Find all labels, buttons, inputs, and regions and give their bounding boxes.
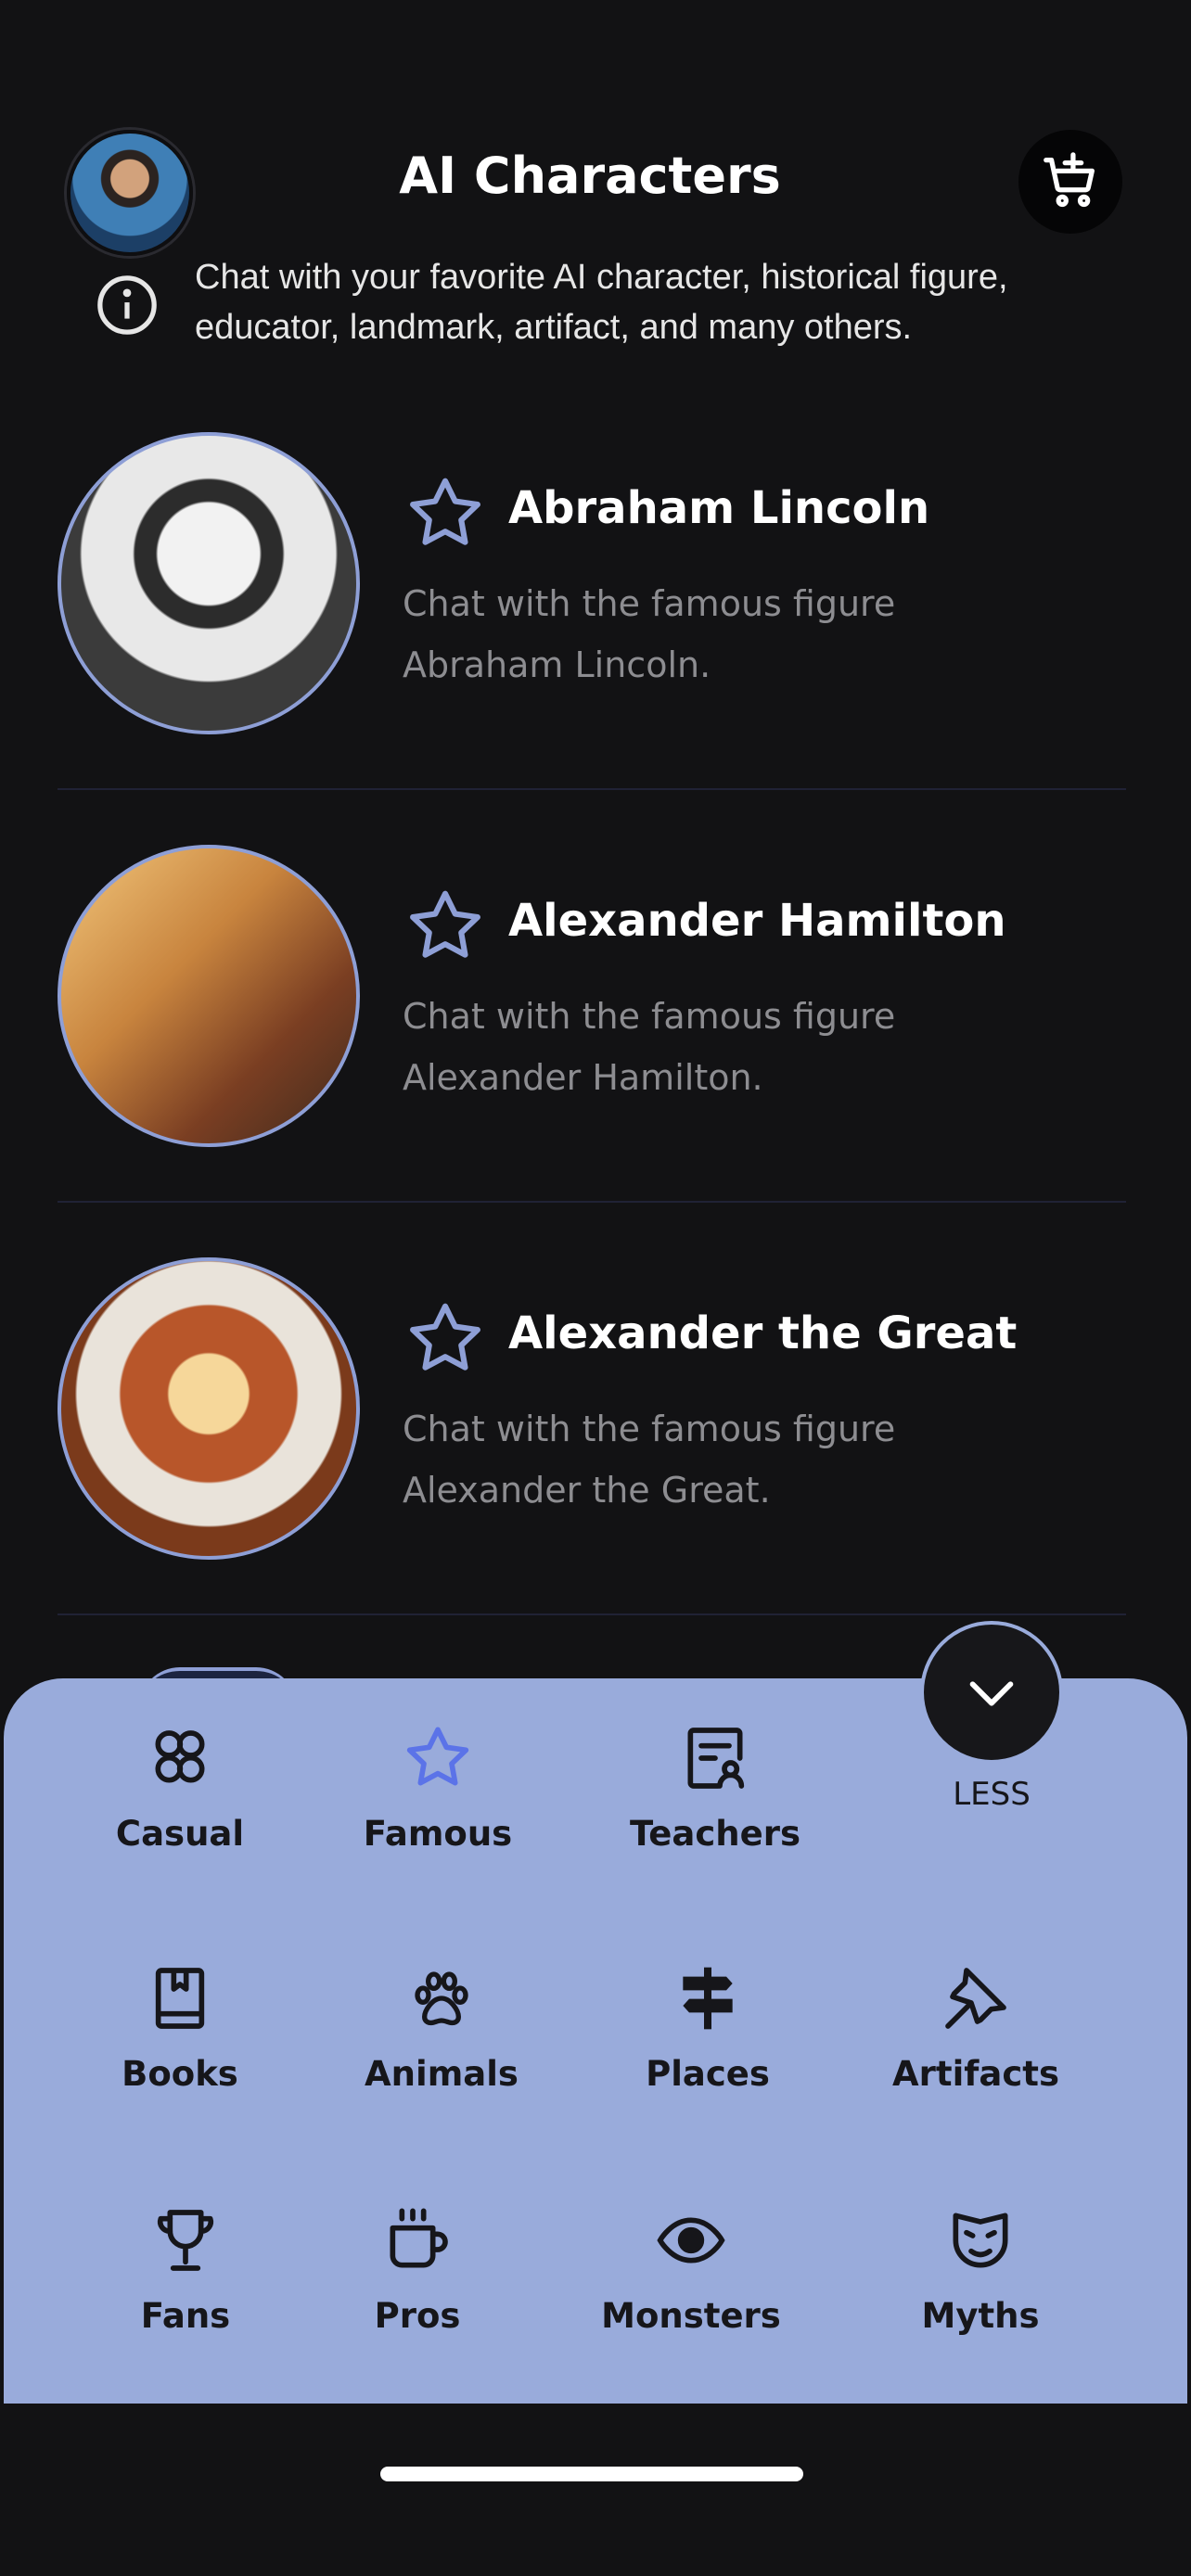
character-portrait[interactable] <box>58 432 360 734</box>
character-description: Chat with the famous figure Alexander th… <box>403 1409 896 1511</box>
category-animals[interactable]: Animals <box>330 1961 553 2094</box>
star-icon[interactable] <box>403 884 488 969</box>
category-teachers[interactable]: Teachers <box>604 1721 826 1854</box>
character-card[interactable]: Alexander the Great Chat with the famous… <box>58 1257 1126 1563</box>
users-group-icon <box>155 1730 205 1783</box>
category-label: Teachers <box>629 1814 801 1854</box>
star-icon[interactable] <box>403 1296 488 1382</box>
chevron-down-icon <box>969 1681 1014 1706</box>
coffee-icon <box>390 2208 448 2268</box>
info-description: Chat with your favorite AI character, hi… <box>195 258 1008 347</box>
home-indicator[interactable] <box>380 2467 803 2481</box>
character-description: Chat with the famous figure Abraham Linc… <box>403 583 896 685</box>
character-portrait[interactable] <box>58 845 360 1147</box>
paw-icon <box>415 1971 468 2026</box>
category-label: Famous <box>363 1814 513 1854</box>
star-icon[interactable] <box>403 471 488 556</box>
character-card[interactable]: Abraham Lincoln Chat with the famous fig… <box>58 432 1126 738</box>
page-title: AI Characters <box>399 147 781 205</box>
eye-icon <box>657 2217 725 2264</box>
category-artifacts[interactable]: Artifacts <box>864 1961 1087 2094</box>
category-casual[interactable]: Casual <box>69 1721 291 1854</box>
character-portrait[interactable] <box>58 1257 360 1560</box>
divider <box>58 1613 1126 1615</box>
category-label: Pros <box>374 2296 461 2336</box>
pin-icon <box>945 1968 1006 2029</box>
category-famous[interactable]: Famous <box>327 1721 549 1854</box>
less-toggle-button[interactable] <box>920 1621 1063 1764</box>
character-name: Alexander the Great <box>508 1307 1018 1359</box>
add-to-cart-button[interactable] <box>1018 130 1122 234</box>
star-icon <box>406 1727 469 1786</box>
category-fans[interactable]: Fans <box>74 2203 297 2336</box>
divider <box>58 788 1126 790</box>
character-name: Alexander Hamilton <box>508 895 1006 947</box>
category-label: Monsters <box>601 2296 781 2336</box>
info-icon[interactable] <box>95 273 160 338</box>
user-avatar[interactable] <box>67 130 193 256</box>
cart-plus-icon <box>1044 152 1095 208</box>
category-label: Casual <box>115 1814 245 1854</box>
teacher-icon <box>687 1728 745 1789</box>
category-books[interactable]: Books <box>69 1961 291 2094</box>
category-label: Artifacts <box>892 2054 1059 2094</box>
category-label: Places <box>646 2054 770 2094</box>
character-card[interactable]: Alexander Hamilton Chat with the famous … <box>58 845 1126 1151</box>
divider <box>58 1201 1126 1203</box>
category-label: Fans <box>140 2296 231 2336</box>
category-label: Myths <box>921 2296 1040 2336</box>
less-label: LESS <box>953 1776 1031 1813</box>
signpost-icon <box>683 1967 733 2030</box>
category-myths[interactable]: Myths <box>869 2203 1092 2336</box>
category-label: Animals <box>365 2054 519 2094</box>
category-label: Books <box>122 2054 238 2094</box>
trophy-icon <box>157 2210 214 2271</box>
mask-icon <box>953 2213 1008 2268</box>
book-icon <box>155 1968 205 2029</box>
category-monsters[interactable]: Monsters <box>580 2203 802 2336</box>
category-places[interactable]: Places <box>596 1961 819 2094</box>
character-name: Abraham Lincoln <box>508 482 930 534</box>
category-pros[interactable]: Pros <box>306 2203 529 2336</box>
character-description: Chat with the famous figure Alexander Ha… <box>403 996 896 1098</box>
